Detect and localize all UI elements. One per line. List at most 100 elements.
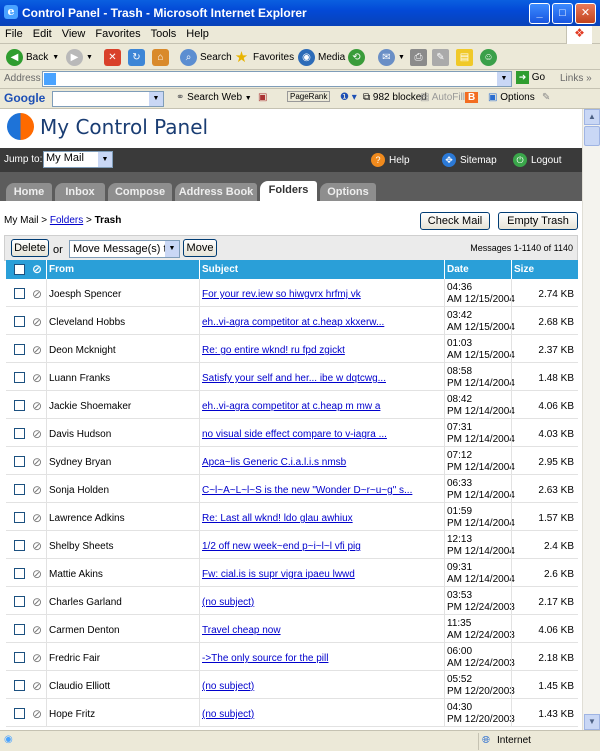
row-checkbox[interactable] <box>14 540 25 551</box>
message-subject-link[interactable]: Apca~lis Generic C.i.a.l.i.s nmsb <box>202 457 442 468</box>
tab-compose[interactable]: Compose <box>108 183 172 201</box>
move-button[interactable]: Move <box>183 239 217 257</box>
info-icon[interactable]: ❶ ▾ <box>340 92 357 103</box>
menu-favorites[interactable]: Favorites <box>90 26 145 42</box>
row-checkbox[interactable] <box>14 708 25 719</box>
table-row[interactable]: ⊘ Cleveland Hobbs eh..vi-agra competitor a… <box>6 307 578 335</box>
google-search-input[interactable]: ▼ <box>52 91 164 107</box>
breadcrumb-folders-link[interactable]: Folders <box>50 215 83 226</box>
edit-button[interactable]: ✎ <box>432 47 452 67</box>
table-row[interactable]: ⊘ Shelby Sheets 1/2 off new week~end p~i~l… <box>6 531 578 559</box>
message-subject-link[interactable]: (no subject) <box>202 709 442 720</box>
links-button[interactable]: Links » <box>560 73 592 84</box>
address-dropdown-icon[interactable]: ▼ <box>497 72 511 86</box>
select-all-checkbox[interactable] <box>14 264 25 275</box>
menu-help[interactable]: Help <box>181 26 214 42</box>
blogger-icon[interactable]: B <box>465 92 479 103</box>
menu-view[interactable]: View <box>57 26 91 42</box>
scroll-up-icon[interactable]: ▲ <box>584 109 600 125</box>
menu-file[interactable]: File <box>0 26 28 42</box>
move-to-select[interactable]: Move Message(s) to: ▼ <box>69 240 180 258</box>
table-row[interactable]: ⊘ Lawrence Adkins Re: Last all wknd! ldo g… <box>6 503 578 531</box>
home-button[interactable]: ⌂ <box>152 47 172 67</box>
sitemap-link[interactable]: ✥ Sitemap <box>442 153 497 167</box>
tab-home[interactable]: Home <box>6 183 52 201</box>
search-button[interactable]: ⌕ Search <box>180 47 232 67</box>
stop-button[interactable]: ✕ <box>104 47 124 67</box>
row-checkbox[interactable] <box>14 624 25 635</box>
media-button[interactable]: ◉ Media <box>298 47 345 67</box>
tab-options[interactable]: Options <box>320 183 376 201</box>
row-checkbox[interactable] <box>14 288 25 299</box>
favorites-button[interactable]: ★ Favorites <box>233 47 294 67</box>
message-subject-link[interactable]: Fw: cial.is is supr vigra ipaeu lwwd <box>202 569 442 580</box>
table-row[interactable]: ⊘ Carmen Denton Travel cheap now 11:35 AM 12… <box>6 615 578 643</box>
search-web-button[interactable]: ⚭ Search Web ▼ <box>176 92 252 103</box>
table-row[interactable]: ⊘ Joesph Spencer For your rev.iew so hiwgv… <box>6 279 578 307</box>
table-row[interactable]: ⊘ Claudio Elliott (no subject) 05:52 PM 12/2… <box>6 671 578 699</box>
logout-link[interactable]: ⏻ Logout <box>513 153 562 167</box>
google-logo[interactable]: Google <box>4 91 45 105</box>
table-row[interactable]: ⊘ Hope Fritz (no subject) 04:30 PM 12/20/200… <box>6 699 578 727</box>
message-subject-link[interactable]: Travel cheap now <box>202 625 442 636</box>
mail-button[interactable]: ✉ ▼ <box>378 47 405 67</box>
row-checkbox[interactable] <box>14 344 25 355</box>
table-row[interactable]: ⊘ Sydney Bryan Apca~lis Generic C.i.a.l.i.… <box>6 447 578 475</box>
message-subject-link[interactable]: (no subject) <box>202 681 442 692</box>
message-subject-link[interactable]: (no subject) <box>202 597 442 608</box>
messenger-button[interactable]: ☺ <box>480 47 500 67</box>
check-mail-button[interactable]: Check Mail <box>420 212 490 230</box>
close-button[interactable]: ✕ <box>575 3 596 24</box>
minimize-button[interactable]: _ <box>529 3 550 24</box>
row-checkbox[interactable] <box>14 372 25 383</box>
highlight-icon[interactable]: ✎ <box>542 92 550 103</box>
message-subject-link[interactable]: Re: go entire wknd! ru fpd zgickt <box>202 345 442 356</box>
address-input[interactable]: ▼ <box>42 71 512 87</box>
forward-button[interactable]: ▶ ▼ <box>66 47 93 67</box>
table-row[interactable]: ⊘ Luann Franks Satisfy your self and her..… <box>6 363 578 391</box>
tab-address-book[interactable]: Address Book <box>175 183 257 201</box>
message-subject-link[interactable]: no visual side effect compare to v-iagra… <box>202 429 442 440</box>
tab-folders[interactable]: Folders <box>260 181 317 201</box>
table-row[interactable]: ⊘ Fredric Fair ->The only source for the p… <box>6 643 578 671</box>
row-checkbox[interactable] <box>14 512 25 523</box>
row-checkbox[interactable] <box>14 568 25 579</box>
table-row[interactable]: ⊘ Deon Mcknight Re: go entire wknd! ru fpd… <box>6 335 578 363</box>
go-button[interactable]: ➜ Go <box>516 71 545 84</box>
news-icon[interactable]: ▣ <box>258 92 267 103</box>
column-size[interactable]: Size <box>514 264 534 275</box>
jump-to-select[interactable]: My Mail ▼ <box>43 151 113 168</box>
table-row[interactable]: ⊘ Mattie Akins Fw: cial.is is supr vigra i… <box>6 559 578 587</box>
row-checkbox[interactable] <box>14 680 25 691</box>
google-dropdown-icon[interactable]: ▼ <box>149 92 163 106</box>
menu-tools[interactable]: Tools <box>146 26 182 42</box>
help-link[interactable]: ? Help <box>371 153 410 167</box>
row-checkbox[interactable] <box>14 316 25 327</box>
column-subject[interactable]: Subject <box>202 264 238 275</box>
table-row[interactable]: ⊘ Sonja Holden C~l~A~L~l~S is the new "Won… <box>6 475 578 503</box>
empty-trash-button[interactable]: Empty Trash <box>498 212 578 230</box>
message-subject-link[interactable]: eh..vi-agra competitor at c.heap xkxerw.… <box>202 317 442 328</box>
popup-blocker-button[interactable]: ⧉ 982 blocked <box>363 92 427 103</box>
back-button[interactable]: ◀ Back ▼ <box>6 47 59 67</box>
message-subject-link[interactable]: Re: Last all wknd! ldo glau awhiux <box>202 513 442 524</box>
refresh-button[interactable]: ↻ <box>128 47 148 67</box>
message-subject-link[interactable]: ->The only source for the pill <box>202 653 442 664</box>
tab-inbox[interactable]: Inbox <box>55 183 105 201</box>
options-button[interactable]: ▣ Options <box>488 92 535 103</box>
row-checkbox[interactable] <box>14 456 25 467</box>
vertical-scrollbar[interactable]: ▲ ▼ <box>582 109 600 730</box>
column-from[interactable]: From <box>49 264 74 275</box>
history-button[interactable]: ⟲ <box>348 47 368 67</box>
print-button[interactable]: ⎙ <box>410 47 430 67</box>
row-checkbox[interactable] <box>14 652 25 663</box>
maximize-button[interactable]: □ <box>552 3 573 24</box>
pagerank-indicator[interactable]: PageRank <box>287 91 331 102</box>
discuss-button[interactable]: ▤ <box>456 47 476 67</box>
table-row[interactable]: ⊘ Jackie Shoemaker eh..vi-agra competitor … <box>6 391 578 419</box>
message-subject-link[interactable]: eh..vi-agra competitor at c.heap m mw a <box>202 401 442 412</box>
scroll-down-icon[interactable]: ▼ <box>584 714 600 730</box>
message-subject-link[interactable]: For your rev.iew so hiwgvrx hrfmj vk <box>202 289 442 300</box>
table-row[interactable]: ⊘ Davis Hudson no visual side effect compa… <box>6 419 578 447</box>
message-subject-link[interactable]: Satisfy your self and her... ibe w dqtcw… <box>202 373 442 384</box>
